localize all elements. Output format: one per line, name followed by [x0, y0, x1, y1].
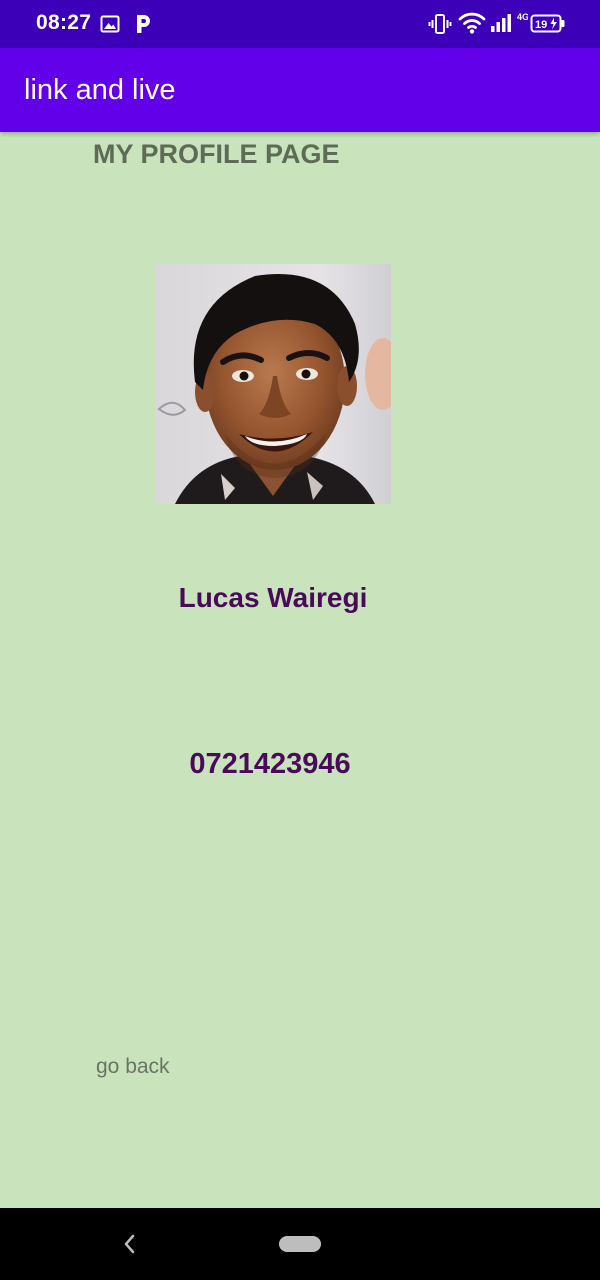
p-notification-icon	[137, 15, 150, 33]
home-pill-icon[interactable]	[279, 1236, 321, 1252]
signal-icon: 4G	[491, 12, 528, 32]
image-icon	[100, 15, 120, 33]
status-time: 08:27	[36, 11, 92, 34]
go-back-link[interactable]: go back	[96, 1053, 170, 1081]
vibrate-icon	[428, 14, 452, 34]
profile-name: Lucas Wairegi	[178, 582, 368, 613]
network-type: 4G	[517, 12, 528, 22]
app-bar: link and live	[0, 48, 600, 132]
page-title: MY PROFILE PAGE	[93, 139, 340, 169]
battery-level: 19	[535, 19, 547, 31]
status-bar: 08:27 4G 19	[0, 0, 600, 48]
app-title: link and live	[24, 74, 176, 106]
back-icon[interactable]	[117, 1230, 143, 1258]
navigation-bar	[0, 1208, 600, 1280]
profile-phone: 0721423946	[189, 748, 351, 780]
profile-photo	[155, 264, 391, 504]
wifi-icon	[458, 12, 486, 34]
battery-icon: 19	[530, 14, 565, 33]
